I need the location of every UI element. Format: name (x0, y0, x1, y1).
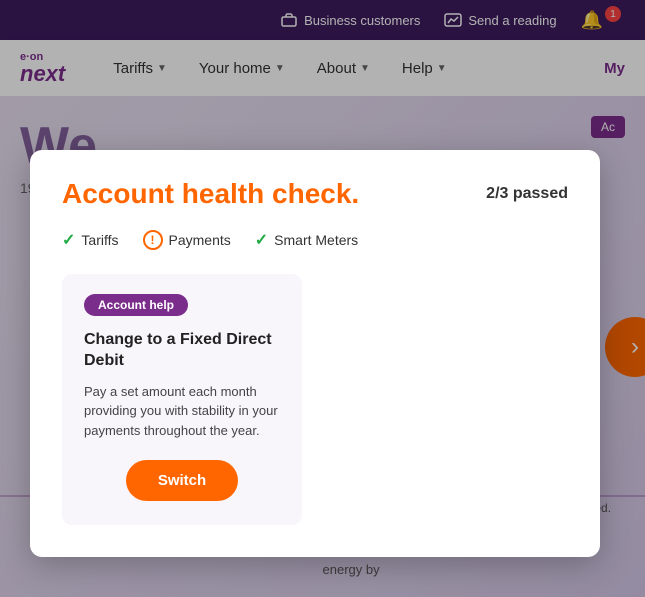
card-tag: Account help (84, 294, 188, 316)
action-card: Account help Change to a Fixed Direct De… (62, 274, 302, 525)
switch-button[interactable]: Switch (126, 460, 238, 501)
modal-overlay: Account health check. 2/3 passed ✓ Tarif… (0, 0, 645, 597)
modal-checks: ✓ Tariffs ! Payments ✓ Smart Meters (62, 230, 568, 250)
modal-passed: 2/3 passed (486, 185, 568, 203)
tariffs-check-label: Tariffs (81, 232, 118, 248)
payments-warn-icon: ! (143, 230, 163, 250)
check-smart-meters: ✓ Smart Meters (255, 230, 358, 250)
modal-header: Account health check. 2/3 passed (62, 178, 568, 210)
check-tariffs: ✓ Tariffs (62, 230, 119, 250)
smart-meters-check-icon: ✓ (255, 230, 268, 250)
smart-meters-check-label: Smart Meters (274, 232, 358, 248)
tariffs-check-icon: ✓ (62, 230, 75, 250)
card-title: Change to a Fixed Direct Debit (84, 330, 280, 372)
modal-title: Account health check. (62, 178, 359, 210)
health-check-modal: Account health check. 2/3 passed ✓ Tarif… (30, 150, 600, 557)
check-payments: ! Payments (143, 230, 231, 250)
card-description: Pay a set amount each month providing yo… (84, 382, 280, 441)
payments-check-label: Payments (169, 232, 231, 248)
